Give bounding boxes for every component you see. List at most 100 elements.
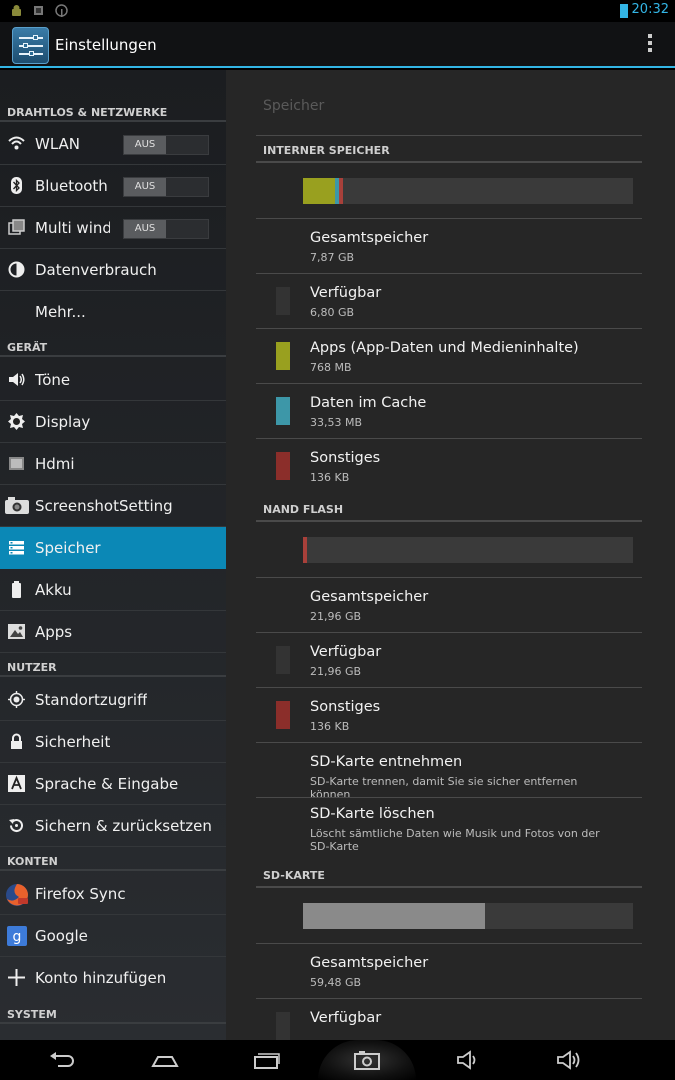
available-swatch bbox=[276, 1012, 290, 1040]
nav-label: Speicher bbox=[35, 539, 101, 557]
nav-label: Google bbox=[35, 927, 88, 945]
nav-item-location[interactable]: Standortzugriff bbox=[0, 679, 226, 721]
back-icon[interactable] bbox=[48, 1048, 78, 1072]
sdcard-available-label[interactable]: Verfügbar bbox=[310, 1010, 381, 1026]
divider bbox=[256, 273, 642, 274]
lock-icon bbox=[11, 733, 22, 749]
pane-title: Speicher bbox=[263, 98, 325, 114]
bluetooth-toggle[interactable]: AUS bbox=[123, 177, 209, 197]
nav-label: Akku bbox=[35, 581, 72, 599]
system-nav-bar bbox=[0, 1040, 675, 1080]
nav-label: Standortzugriff bbox=[35, 691, 148, 709]
android-notification-icon bbox=[12, 5, 21, 16]
nav-item-add-account[interactable]: Konto hinzufügen bbox=[0, 957, 226, 999]
toggle-state: AUS bbox=[124, 178, 166, 196]
settings-app-icon[interactable] bbox=[12, 27, 49, 64]
screenshot-icon[interactable] bbox=[352, 1048, 382, 1072]
storage-icon bbox=[9, 541, 24, 555]
nand-total-value: 21,96 GB bbox=[310, 610, 362, 623]
nand-total-label: Gesamtspeicher bbox=[310, 589, 429, 605]
erase-sd-description: Löscht sämtliche Daten wie Musik und Fot… bbox=[310, 827, 600, 853]
internal-misc-label[interactable]: Sonstiges bbox=[310, 450, 380, 466]
nav-item-storage[interactable]: Speicher bbox=[0, 527, 226, 569]
section-header-accounts: KONTEN bbox=[0, 847, 226, 871]
firefox-icon bbox=[6, 884, 28, 906]
nav-item-bluetooth[interactable]: Bluetooth AUS bbox=[0, 165, 226, 207]
internal-available-label[interactable]: Verfügbar bbox=[310, 285, 381, 301]
nav-item-data-usage[interactable]: Datenverbrauch bbox=[0, 249, 226, 291]
sdcard-total-value: 59,48 GB bbox=[310, 976, 362, 989]
nav-item-wlan[interactable]: WLAN AUS bbox=[0, 123, 226, 165]
chip-notification-icon bbox=[34, 6, 43, 15]
divider bbox=[256, 577, 642, 578]
nav-label: ScreenshotSetting bbox=[35, 497, 173, 515]
section-header-user: NUTZER bbox=[0, 653, 226, 677]
nav-item-multi-window[interactable]: Multi window AUS bbox=[0, 207, 226, 249]
divider bbox=[256, 886, 642, 888]
camera-icon bbox=[5, 497, 29, 514]
misc-swatch bbox=[276, 452, 290, 480]
nav-item-sound[interactable]: Töne bbox=[0, 359, 226, 401]
internal-cache-label[interactable]: Daten im Cache bbox=[310, 395, 426, 411]
internal-cache-value: 33,53 MB bbox=[310, 416, 363, 429]
internal-apps-label[interactable]: Apps (App-Daten und Medieninhalte) bbox=[310, 340, 579, 356]
section-header-device: GERÄT bbox=[0, 333, 226, 357]
plus-icon bbox=[8, 969, 25, 986]
home-icon[interactable] bbox=[150, 1048, 180, 1072]
erase-sd-button[interactable]: SD-Karte löschen bbox=[310, 806, 435, 822]
nav-label: Display bbox=[35, 413, 91, 431]
clock: 20:32 bbox=[631, 2, 669, 17]
nav-item-display[interactable]: Display bbox=[0, 401, 226, 443]
divider bbox=[256, 520, 642, 522]
divider bbox=[256, 218, 642, 219]
language-icon bbox=[8, 775, 25, 792]
nand-available-label[interactable]: Verfügbar bbox=[310, 644, 381, 660]
divider bbox=[256, 687, 642, 688]
nav-item-security[interactable]: Sicherheit bbox=[0, 721, 226, 763]
toggle-state: AUS bbox=[124, 220, 166, 238]
signal-notification-icon bbox=[55, 4, 68, 17]
available-swatch bbox=[276, 287, 290, 315]
nav-label: Konto hinzufügen bbox=[35, 969, 167, 987]
volume-down-icon[interactable] bbox=[454, 1048, 484, 1072]
nav-label: Firefox Sync bbox=[35, 885, 126, 903]
internal-apps-value: 768 MB bbox=[310, 361, 352, 374]
bluetooth-icon bbox=[11, 177, 22, 194]
wifi-icon bbox=[8, 136, 25, 150]
multi-window-toggle[interactable]: AUS bbox=[123, 219, 209, 239]
location-icon bbox=[8, 691, 25, 708]
nav-item-firefox-sync[interactable]: Firefox Sync bbox=[0, 873, 226, 915]
nav-item-screenshot-setting[interactable]: ScreenshotSetting bbox=[0, 485, 226, 527]
status-bar: 20:32 bbox=[0, 0, 675, 22]
toggle-state: AUS bbox=[124, 136, 166, 154]
nav-item-hdmi[interactable]: Hdmi bbox=[0, 443, 226, 485]
divider bbox=[256, 943, 642, 944]
divider bbox=[256, 161, 642, 163]
volume-up-icon[interactable] bbox=[554, 1048, 584, 1072]
bar-segment-misc bbox=[303, 537, 307, 563]
recents-icon[interactable] bbox=[252, 1048, 282, 1072]
apps-icon bbox=[8, 624, 25, 639]
wlan-toggle[interactable]: AUS bbox=[123, 135, 209, 155]
overflow-menu-icon[interactable] bbox=[647, 34, 653, 56]
section-header-sdcard: SD-KARTE bbox=[263, 869, 325, 882]
nand-storage-bar bbox=[303, 537, 633, 563]
nav-item-google[interactable]: g Google bbox=[0, 915, 226, 957]
nand-misc-label[interactable]: Sonstiges bbox=[310, 699, 380, 715]
nav-item-battery[interactable]: Akku bbox=[0, 569, 226, 611]
divider bbox=[256, 135, 642, 136]
nav-item-more[interactable]: Mehr... bbox=[0, 291, 226, 333]
storage-detail-pane: Speicher INTERNER SPEICHER Gesamtspeiche… bbox=[226, 70, 675, 1040]
divider bbox=[256, 383, 642, 384]
unmount-sd-button[interactable]: SD-Karte entnehmen bbox=[310, 754, 462, 770]
nand-available-value: 21,96 GB bbox=[310, 665, 362, 678]
nav-item-apps[interactable]: Apps bbox=[0, 611, 226, 653]
nav-item-backup-reset[interactable]: Sichern & zurücksetzen bbox=[0, 805, 226, 847]
nav-label: Hdmi bbox=[35, 455, 75, 473]
sdcard-storage-bar bbox=[303, 903, 633, 929]
section-header-wireless: DRAHTLOS & NETZWERKE bbox=[0, 98, 226, 122]
nav-label: Mehr... bbox=[35, 303, 86, 321]
nav-item-language[interactable]: Sprache & Eingabe bbox=[0, 763, 226, 805]
brightness-icon bbox=[8, 413, 25, 430]
internal-total-label: Gesamtspeicher bbox=[310, 230, 429, 246]
